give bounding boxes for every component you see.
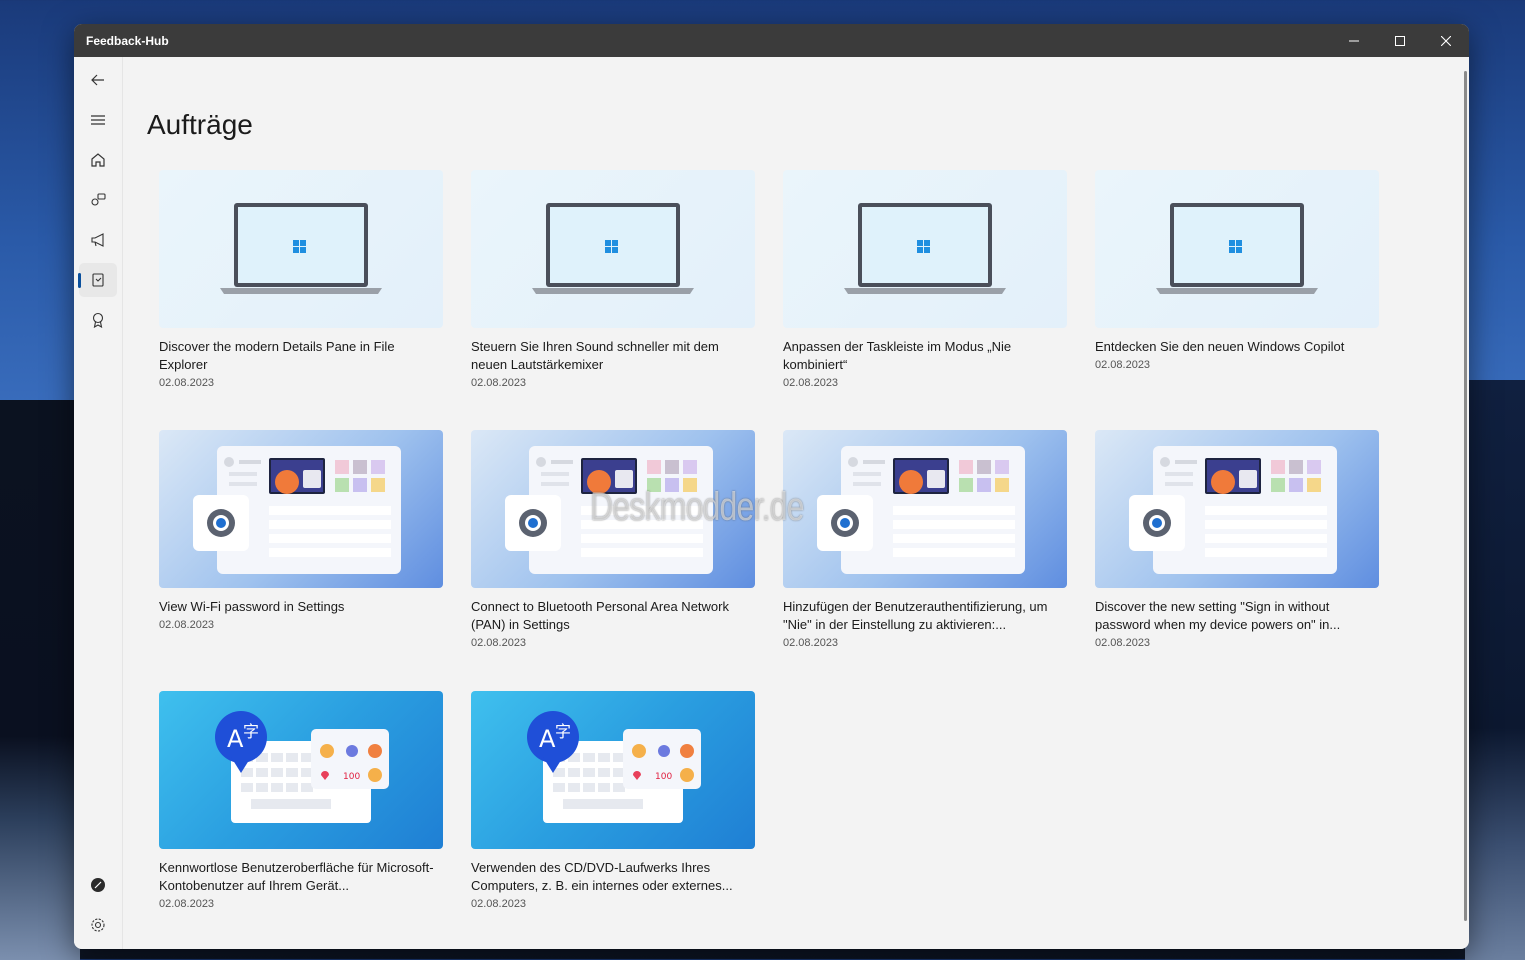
quest-title: Steuern Sie Ihren Sound schneller mit de… [471, 339, 719, 372]
announcements-icon [91, 233, 104, 247]
quest-title: View Wi-Fi password in Settings [159, 599, 345, 614]
quest-date: 02.08.2023 [471, 637, 527, 649]
back-icon [91, 74, 104, 86]
menu-button[interactable] [79, 103, 117, 137]
close-icon [1441, 35, 1451, 46]
quest-card[interactable]: Discover the modern Details Pane in File… [159, 170, 443, 389]
quest-thumbnail [159, 170, 443, 328]
achievements-icon [92, 312, 104, 328]
laptop-illustration-icon [844, 203, 1006, 294]
quest-date: 02.08.2023 [159, 377, 215, 389]
quest-date: 02.08.2023 [159, 898, 215, 910]
nav-profile[interactable] [79, 868, 117, 902]
quest-date: 02.08.2023 [783, 637, 839, 649]
quest-title: Hinzufügen der Benutzerauthentifizierung… [783, 599, 1048, 632]
quest-card[interactable]: Steuern Sie Ihren Sound schneller mit de… [471, 170, 755, 389]
quest-thumbnail [159, 430, 443, 588]
quest-date: 02.08.2023 [159, 619, 215, 631]
window-title: Feedback-Hub [86, 33, 169, 48]
settings-illustration-icon [193, 446, 401, 574]
quest-thumbnail [1095, 170, 1379, 328]
laptop-illustration-icon [1156, 203, 1318, 294]
svg-text:字: 字 [555, 722, 571, 741]
settings-illustration-icon [817, 446, 1025, 574]
quest-thumbnail: 100 A 字 [471, 691, 755, 849]
nav-quests[interactable] [78, 263, 117, 297]
svg-text:字: 字 [243, 722, 259, 741]
quest-card[interactable]: Hinzufügen der Benutzerauthentifizierung… [783, 430, 1067, 649]
nav-achievements[interactable] [79, 303, 117, 337]
svg-text:A: A [539, 725, 556, 753]
svg-text:100: 100 [343, 772, 360, 782]
navigation-sidebar [74, 57, 123, 949]
quest-card[interactable]: Anpassen der Taskleiste im Modus „Nie ko… [783, 170, 1067, 389]
quest-card[interactable]: 100 A 字 Verwenden des CD/DVD-Laufwerks Ihre… [471, 691, 755, 910]
quests-icon [92, 273, 104, 287]
quest-thumbnail [783, 170, 1067, 328]
back-button[interactable] [79, 63, 117, 97]
nav-settings[interactable] [79, 908, 117, 942]
laptop-illustration-icon [220, 203, 382, 294]
watermark: Deskmodder.de [590, 485, 805, 529]
settings-illustration-icon [1129, 446, 1337, 574]
quest-card[interactable]: Connect to Bluetooth Personal Area Netwo… [471, 430, 755, 649]
quest-title: Verwenden des CD/DVD-Laufwerks Ihres Com… [471, 860, 733, 893]
quest-thumbnail [783, 430, 1067, 588]
quest-date: 02.08.2023 [1095, 359, 1151, 371]
quest-title: Kennwortlose Benutzeroberfläche für Micr… [159, 860, 434, 893]
keyboard-illustration-icon: 100 A 字 [215, 711, 389, 823]
quest-card[interactable]: 100 A 字 Kennwortlose Benutzeroberfläche für… [159, 691, 443, 910]
quest-title: Connect to Bluetooth Personal Area Netwo… [471, 599, 729, 632]
quest-thumbnail [1095, 430, 1379, 588]
nav-announcements[interactable] [79, 223, 117, 257]
nav-home[interactable] [79, 143, 117, 177]
menu-icon [91, 115, 105, 125]
quest-title: Anpassen der Taskleiste im Modus „Nie ko… [783, 339, 1012, 372]
home-icon [91, 153, 105, 167]
quest-title: Entdecken Sie den neuen Windows Copilot [1095, 339, 1345, 354]
maximize-button[interactable] [1377, 24, 1423, 57]
minimize-button[interactable] [1331, 24, 1377, 57]
quest-title: Discover the new setting "Sign in withou… [1095, 599, 1341, 632]
quest-date: 02.08.2023 [1095, 637, 1151, 649]
maximize-icon [1395, 35, 1405, 46]
scrollbar[interactable] [1464, 71, 1467, 921]
page-title: Aufträge [147, 109, 253, 140]
svg-text:100: 100 [655, 772, 672, 782]
quest-card[interactable]: Entdecken Sie den neuen Windows Copilot 0… [1095, 170, 1379, 371]
feedback-icon [91, 193, 106, 206]
laptop-illustration-icon [532, 203, 694, 294]
nav-feedback[interactable] [79, 183, 117, 217]
profile-icon [91, 878, 105, 892]
close-button[interactable] [1423, 24, 1469, 57]
quest-title: Discover the modern Details Pane in File… [159, 339, 395, 372]
settings-icon [91, 918, 105, 932]
quest-card[interactable]: Discover the new setting "Sign in withou… [1095, 430, 1379, 649]
quest-date: 02.08.2023 [783, 377, 839, 389]
quest-card[interactable]: View Wi-Fi password in Settings 02.08.202… [159, 430, 443, 631]
quest-date: 02.08.2023 [471, 898, 527, 910]
minimize-icon [1349, 40, 1359, 41]
quest-date: 02.08.2023 [471, 377, 527, 389]
keyboard-illustration-icon: 100 A 字 [527, 711, 701, 823]
svg-text:A: A [227, 725, 244, 753]
title-bar[interactable]: Feedback-Hub [74, 24, 1469, 57]
quest-thumbnail [471, 170, 755, 328]
desktop-background-left [0, 400, 80, 960]
desktop-background-right [1465, 380, 1525, 960]
quest-thumbnail: 100 A 字 [159, 691, 443, 849]
